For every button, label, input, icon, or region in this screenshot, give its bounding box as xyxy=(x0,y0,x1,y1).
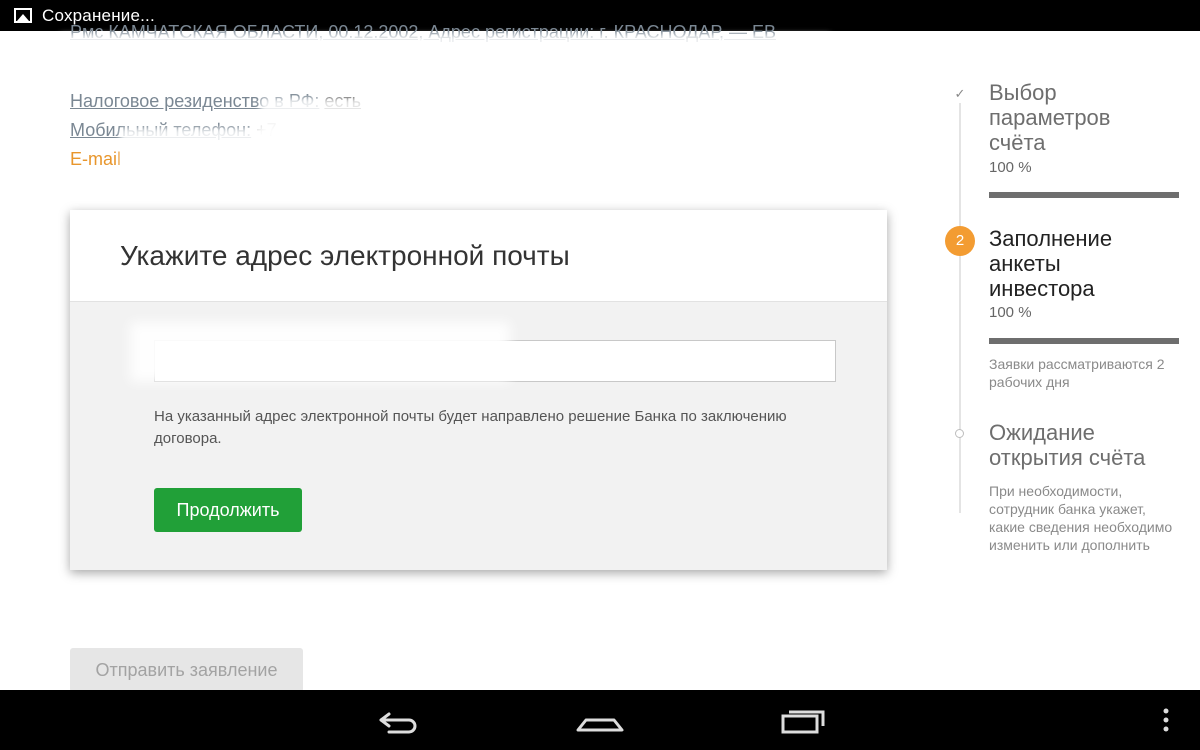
step-2-title: Заполнение анкеты инвестора xyxy=(989,226,1113,301)
step-3-note: При необходимости, сотрудник банка укаже… xyxy=(989,483,1173,553)
progress-stepper: ✓ Выбор параметров счёта 100 % 2 Заполне… xyxy=(940,78,1190,598)
step-3-title: Ожидание открытия счёта xyxy=(989,420,1146,470)
recents-icon[interactable] xyxy=(773,700,833,740)
menu-icon[interactable] xyxy=(1156,700,1176,740)
email-label: E-mail xyxy=(70,149,122,169)
tax-residency-line: Налоговое резиденство в РФ: есть xyxy=(70,87,830,116)
step-1-percent: 100 % xyxy=(989,159,1032,176)
redaction-smudge xyxy=(120,128,450,176)
redaction-smudge xyxy=(130,322,510,382)
continue-button[interactable]: Продолжить xyxy=(154,488,302,532)
step-2-percent: 100 % xyxy=(989,304,1032,321)
step-1-title: Выбор параметров счёта xyxy=(989,80,1111,155)
submit-application-button: Отправить заявление xyxy=(70,648,303,692)
step-2-note: Заявки рассматриваются 2 рабочих дня xyxy=(989,356,1165,390)
email-hint: На указанный адрес электронной почты буд… xyxy=(154,408,787,447)
dialog-title: Укажите адрес электронной почты xyxy=(120,240,570,271)
check-icon: ✓ xyxy=(954,86,966,101)
email-dialog: Укажите адрес электронной почты На указа… xyxy=(70,210,887,570)
image-icon xyxy=(14,8,32,23)
step-2-progress-bar xyxy=(989,338,1179,344)
pending-dot-icon xyxy=(955,429,964,438)
home-icon[interactable] xyxy=(570,700,630,740)
redaction-smudge xyxy=(60,34,830,74)
step-1-progress-bar xyxy=(989,192,1179,198)
stepper-line xyxy=(959,103,961,513)
back-icon[interactable] xyxy=(367,700,427,740)
navigation-bar xyxy=(0,690,1200,750)
step-2-number-badge: 2 xyxy=(945,226,975,256)
